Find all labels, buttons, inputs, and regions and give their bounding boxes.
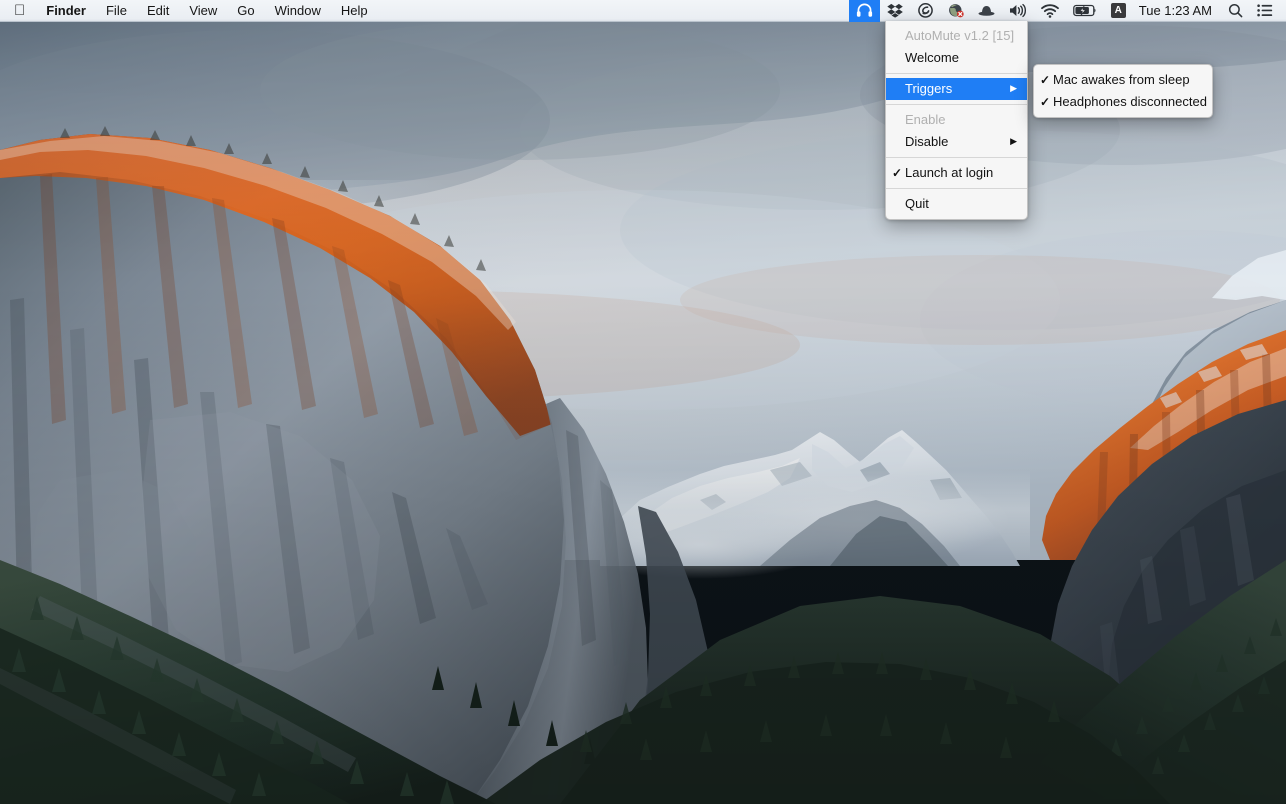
menu-item-enable: Enable bbox=[886, 109, 1027, 131]
automute-dropdown-menu: AutoMute v1.2 [15] Welcome Triggers ▶ En… bbox=[885, 21, 1028, 220]
menu-separator bbox=[886, 157, 1027, 158]
menu-item-disable[interactable]: Disable ▶ bbox=[886, 131, 1027, 153]
menu-separator bbox=[886, 73, 1027, 74]
checkmark-icon: ✓ bbox=[892, 166, 903, 180]
menu-finder[interactable]: Finder bbox=[36, 0, 96, 22]
menu-item-welcome[interactable]: Welcome bbox=[886, 47, 1027, 69]
bowler-hat-icon[interactable] bbox=[971, 0, 1002, 22]
search-icon[interactable] bbox=[1221, 0, 1250, 22]
menu-item-version: AutoMute v1.2 [15] bbox=[886, 25, 1027, 47]
menu-view[interactable]: View bbox=[179, 0, 227, 22]
chevron-right-icon: ▶ bbox=[1010, 83, 1017, 93]
triggers-submenu: ✓ Mac awakes from sleep ✓ Headphones dis… bbox=[1033, 64, 1213, 118]
volume-icon[interactable] bbox=[1002, 0, 1034, 22]
apple-menu-icon[interactable]:  bbox=[0, 0, 36, 22]
creative-cloud-icon[interactable] bbox=[910, 0, 941, 22]
menu-go[interactable]: Go bbox=[227, 0, 264, 22]
checkmark-icon: ✓ bbox=[1040, 73, 1051, 87]
menu-help[interactable]: Help bbox=[331, 0, 378, 22]
menu-item-label: Quit bbox=[905, 196, 929, 211]
globe-error-icon[interactable] bbox=[941, 0, 971, 22]
menu-item-label: Triggers bbox=[905, 81, 953, 96]
notification-center-icon[interactable] bbox=[1250, 0, 1280, 22]
menu-item-quit[interactable]: Quit bbox=[886, 193, 1027, 215]
menu-bar-status-items: A Tue 1:23 AM bbox=[848, 0, 1286, 22]
menu-file[interactable]: File bbox=[96, 0, 137, 22]
menu-item-label: Launch at login bbox=[905, 165, 994, 180]
menu-bar-clock[interactable]: Tue 1:23 AM bbox=[1133, 0, 1221, 22]
input-source-label: A bbox=[1110, 3, 1126, 18]
submenu-item-headphones-disconnected[interactable]: ✓ Headphones disconnected bbox=[1034, 91, 1212, 113]
menu-window[interactable]: Window bbox=[265, 0, 331, 22]
input-source-icon[interactable]: A bbox=[1104, 0, 1133, 22]
menu-item-label: Disable bbox=[905, 134, 949, 149]
desktop-wallpaper bbox=[0, 0, 1286, 804]
headphones-icon[interactable] bbox=[848, 0, 880, 22]
menu-item-triggers[interactable]: Triggers ▶ bbox=[886, 78, 1027, 100]
menu-item-label: Welcome bbox=[905, 50, 959, 65]
menu-item-launch-at-login[interactable]: ✓ Launch at login bbox=[886, 162, 1027, 184]
wifi-icon[interactable] bbox=[1034, 0, 1066, 22]
battery-charging-icon[interactable] bbox=[1066, 0, 1104, 22]
menu-separator bbox=[886, 104, 1027, 105]
desktop:  Finder File Edit View Go Window Help bbox=[0, 0, 1286, 804]
menu-edit[interactable]: Edit bbox=[137, 0, 179, 22]
checkmark-icon: ✓ bbox=[1040, 95, 1051, 109]
submenu-item-label: Mac awakes from sleep bbox=[1053, 72, 1190, 87]
menu-bar:  Finder File Edit View Go Window Help bbox=[0, 0, 1286, 22]
submenu-item-label: Headphones disconnected bbox=[1053, 94, 1207, 109]
submenu-item-mac-awakes-from-sleep[interactable]: ✓ Mac awakes from sleep bbox=[1034, 69, 1212, 91]
menu-item-label: AutoMute v1.2 [15] bbox=[905, 28, 1015, 43]
menu-separator bbox=[886, 188, 1027, 189]
dropbox-icon[interactable] bbox=[880, 0, 910, 22]
menu-item-label: Enable bbox=[905, 112, 946, 127]
menu-bar-app-menus:  Finder File Edit View Go Window Help bbox=[0, 0, 378, 22]
chevron-right-icon: ▶ bbox=[1010, 136, 1017, 146]
